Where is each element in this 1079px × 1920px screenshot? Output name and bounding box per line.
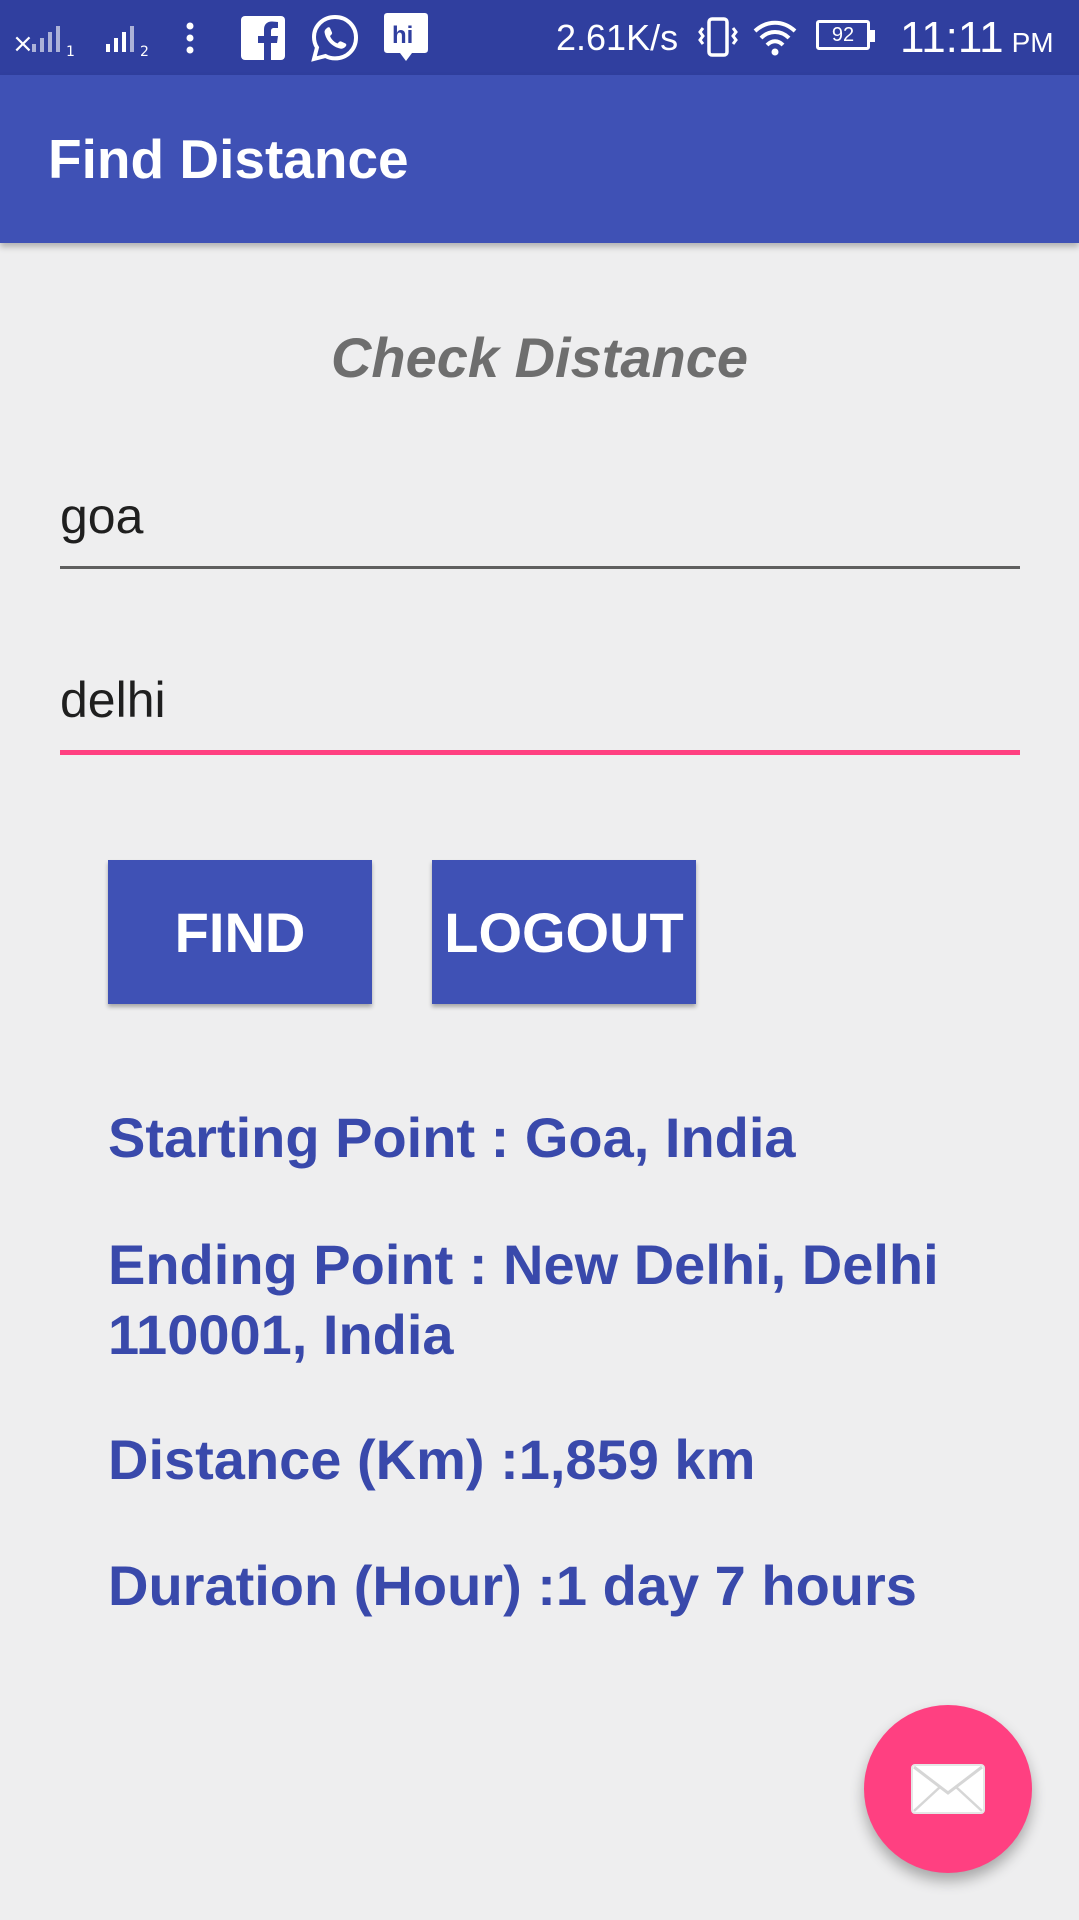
- network-speed: 2.61K/s: [556, 16, 679, 58]
- ending-point-text: Ending Point : New Delhi, Delhi 110001, …: [108, 1233, 939, 1366]
- app-bar: Find Distance: [0, 75, 1079, 243]
- distance-text: Distance (Km) :1,859 km: [108, 1428, 756, 1491]
- clock-time: 11:11: [900, 12, 1004, 62]
- clock-ampm: PM: [1011, 26, 1054, 58]
- svg-text:×: ×: [12, 29, 34, 58]
- starting-point-text: Starting Point : Goa, India: [108, 1106, 796, 1169]
- destination-input-underline: [60, 750, 1020, 755]
- battery-level: 92: [831, 23, 855, 46]
- clock: 11:11 PM: [900, 0, 1054, 75]
- wifi-icon: [752, 0, 798, 75]
- vibrate-icon: [698, 0, 738, 75]
- svg-text:hi: hi: [392, 22, 413, 49]
- find-button[interactable]: FIND: [108, 860, 372, 1004]
- logout-button[interactable]: LOGOUT: [432, 860, 696, 1004]
- whatsapp-icon: [310, 0, 360, 75]
- hike-icon: hi: [382, 0, 430, 75]
- status-bar: × 1 2 hi 2.61K/s 92 11:11 PM: [0, 0, 1079, 75]
- email-icon: [911, 1764, 985, 1814]
- origin-input-underline: [60, 566, 1020, 569]
- check-distance-heading: Check Distance: [330, 326, 749, 389]
- facebook-icon: [240, 0, 286, 75]
- duration-text: Duration (Hour) :1 day 7 hours: [108, 1554, 917, 1617]
- app-title: Find Distance: [48, 128, 409, 190]
- battery-icon: 92: [816, 20, 875, 50]
- destination-input[interactable]: delhi: [60, 657, 1020, 737]
- sim1-label: 1: [66, 44, 75, 58]
- origin-input[interactable]: goa: [60, 473, 1020, 553]
- email-fab-button[interactable]: [864, 1705, 1032, 1873]
- more-vert-icon: [184, 0, 196, 75]
- signal-sim2-icon: 2: [104, 0, 162, 75]
- sim2-label: 2: [140, 44, 149, 58]
- signal-sim1-icon: × 1: [12, 0, 82, 75]
